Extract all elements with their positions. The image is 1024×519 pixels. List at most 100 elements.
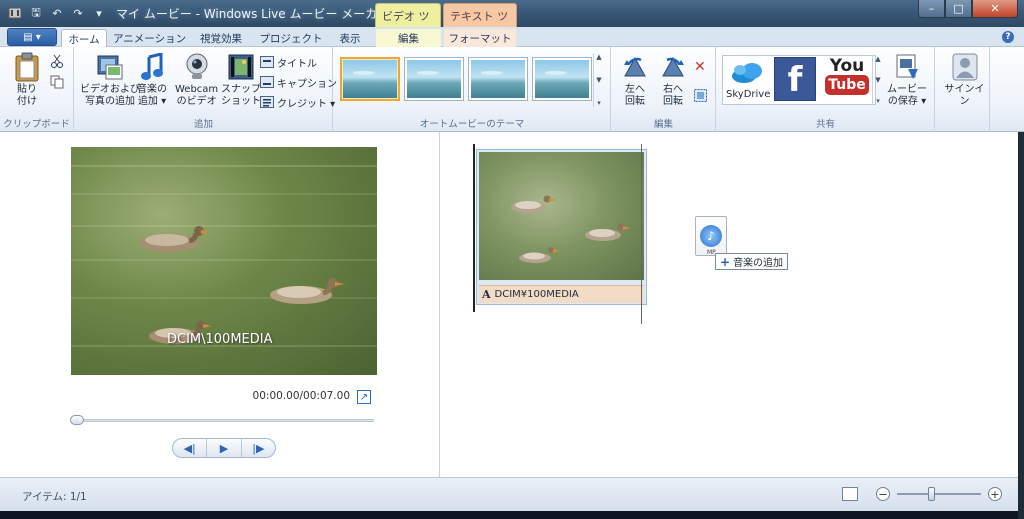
rotate-right-button[interactable]: 右へ 回転 (658, 52, 688, 108)
theme-contemporary[interactable] (404, 57, 464, 101)
share-gallery-scroll[interactable]: ▲ ▼ ▾ (872, 55, 883, 105)
thumbnail-size-icon[interactable] (842, 487, 858, 501)
previous-frame-button[interactable]: ◀| (173, 439, 208, 457)
webcam-video-label: Webcam のビデオ (175, 84, 219, 107)
redo-icon[interactable]: ↷ (69, 4, 87, 22)
tab-animations[interactable]: アニメーション (113, 29, 186, 47)
zoom-slider-thumb[interactable] (928, 487, 935, 501)
add-video-photo-button[interactable]: ビデオおよび 写真の追加 (80, 52, 140, 108)
rotate-left-button[interactable]: 左へ 回転 (620, 52, 650, 108)
scroll-down-icon[interactable]: ▼ (875, 76, 880, 84)
insertion-line (641, 144, 642, 324)
clip-thumbnail (479, 152, 644, 280)
add-music-button[interactable]: 音楽の 追加 ▾ (137, 52, 167, 108)
theme-default[interactable] (340, 57, 400, 101)
youtube-logo-bottom: Tube (825, 75, 869, 95)
app-menu-button[interactable]: ▤ ▾ (7, 28, 57, 46)
caption-button[interactable]: キャプション (260, 74, 337, 90)
minimize-button[interactable]: – (918, 0, 945, 18)
theme-thumbnail (535, 60, 589, 98)
scroll-up-icon[interactable]: ▲ (875, 55, 880, 63)
scroll-up-icon[interactable]: ▲ (596, 53, 601, 61)
snapshot-label: スナップ ショット (221, 84, 261, 107)
play-button[interactable]: ▶ (207, 439, 242, 457)
theme-gallery-scroll[interactable]: ▲ ▼ ▾ (593, 53, 604, 107)
skydrive-label: SkyDrive (726, 89, 771, 100)
save-movie-button[interactable]: ムービー の保存 ▾ (887, 52, 927, 108)
undo-icon[interactable]: ↶ (48, 4, 66, 22)
zoom-slider[interactable] (897, 487, 981, 501)
select-all-icon[interactable] (694, 87, 707, 103)
group-label-share: 共有 (815, 119, 835, 130)
title-button[interactable]: タイトル (260, 54, 317, 70)
webcam-icon (182, 52, 212, 82)
facebook-button[interactable]: f (774, 57, 816, 101)
clip-caption-bar[interactable]: A DCIM¥100MEDIA (479, 285, 644, 303)
rotate-right-label: 右へ 回転 (663, 84, 683, 107)
tab-view[interactable]: 表示 (331, 29, 369, 47)
caption-icon (260, 75, 274, 89)
film-photo-icon (95, 52, 125, 82)
theme-thumbnail (407, 60, 461, 98)
storyboard-clip[interactable]: A DCIM¥100MEDIA (476, 149, 647, 305)
group-label-themes: オートムービーのテーマ (419, 119, 525, 130)
theme-fade[interactable] (532, 57, 592, 101)
paste-button[interactable]: 貼り 付け (12, 52, 42, 108)
skydrive-icon (728, 57, 768, 87)
zoom-in-icon[interactable]: + (988, 487, 1002, 501)
clip-caption-text: DCIM¥100MEDIA (494, 289, 579, 300)
credits-label: クレジット ▾ (277, 98, 336, 110)
taskbar-strip (0, 511, 1018, 519)
signin-label: サインイン (944, 84, 985, 107)
close-button[interactable]: ✕ (972, 0, 1018, 18)
help-icon[interactable]: ? (1002, 31, 1014, 43)
window-title: マイ ムービー - Windows Live ムービー メーカー (116, 7, 390, 21)
add-video-photo-label: ビデオおよび 写真の追加 (80, 84, 140, 107)
zoom-out-icon[interactable]: − (876, 487, 890, 501)
skydrive-button[interactable]: SkyDrive (726, 57, 770, 101)
seek-bar[interactable] (70, 415, 374, 425)
clipboard-icon (12, 52, 42, 82)
tab-edit[interactable]: 編集 (376, 29, 441, 47)
theme-thumbnail (471, 60, 525, 98)
remove-icon[interactable]: ✕ (694, 59, 706, 75)
copy-icon[interactable] (50, 74, 64, 90)
main-area: DCIM\100MEDIA 00:00.00/00:07.00 ↗ ◀| ▶ |… (0, 132, 1018, 477)
next-frame-button[interactable]: |▶ (242, 439, 275, 457)
item-count: アイテム: 1/1 (22, 491, 87, 503)
snapshot-button[interactable]: スナップ ショット (221, 52, 261, 108)
snapshot-icon (226, 52, 256, 82)
save-icon[interactable]: 🖫 (27, 4, 45, 22)
theme-cinematic[interactable] (468, 57, 528, 101)
preview-monitor[interactable]: DCIM\100MEDIA (71, 147, 377, 375)
user-icon (950, 52, 980, 82)
storyboard[interactable]: A DCIM¥100MEDIA ♪ MP + 音楽の追加 (441, 132, 1018, 477)
plus-icon: + (720, 254, 731, 269)
gallery-expand-icon[interactable]: ▾ (876, 97, 880, 105)
group-signin: サインイン (936, 47, 990, 132)
preview-pane: DCIM\100MEDIA 00:00.00/00:07.00 ↗ ◀| ▶ |… (0, 132, 440, 477)
window-edge (1018, 132, 1024, 519)
cut-icon[interactable] (50, 53, 64, 69)
signin-button[interactable]: サインイン (940, 52, 989, 108)
webcam-video-button[interactable]: Webcam のビデオ (175, 52, 218, 108)
tab-visual-effects[interactable]: 視覚効果 (192, 29, 250, 47)
maximize-button[interactable]: □ (945, 0, 972, 18)
facebook-logo-icon: f (787, 60, 803, 100)
group-label-clipboard: クリップボード (3, 119, 70, 130)
add-music-label: 音楽の 追加 ▾ (137, 84, 167, 107)
drag-tooltip-text: 音楽の追加 (733, 258, 784, 269)
youtube-button[interactable]: You Tube (825, 57, 869, 101)
gallery-expand-icon[interactable]: ▾ (597, 99, 601, 107)
duck-image (585, 223, 630, 241)
seek-thumb[interactable] (70, 415, 84, 425)
scroll-down-icon[interactable]: ▼ (596, 76, 601, 84)
tab-format[interactable]: フォーマット (444, 29, 516, 47)
playhead[interactable] (473, 144, 475, 312)
tab-project[interactable]: プロジェクト (257, 29, 325, 47)
customize-qat-icon[interactable]: ▾ (90, 4, 108, 22)
credits-button[interactable]: クレジット ▾ (260, 94, 335, 110)
tab-home[interactable]: ホーム (61, 29, 107, 48)
fullscreen-icon[interactable]: ↗ (357, 390, 371, 404)
paste-label: 貼り 付け (17, 84, 37, 107)
